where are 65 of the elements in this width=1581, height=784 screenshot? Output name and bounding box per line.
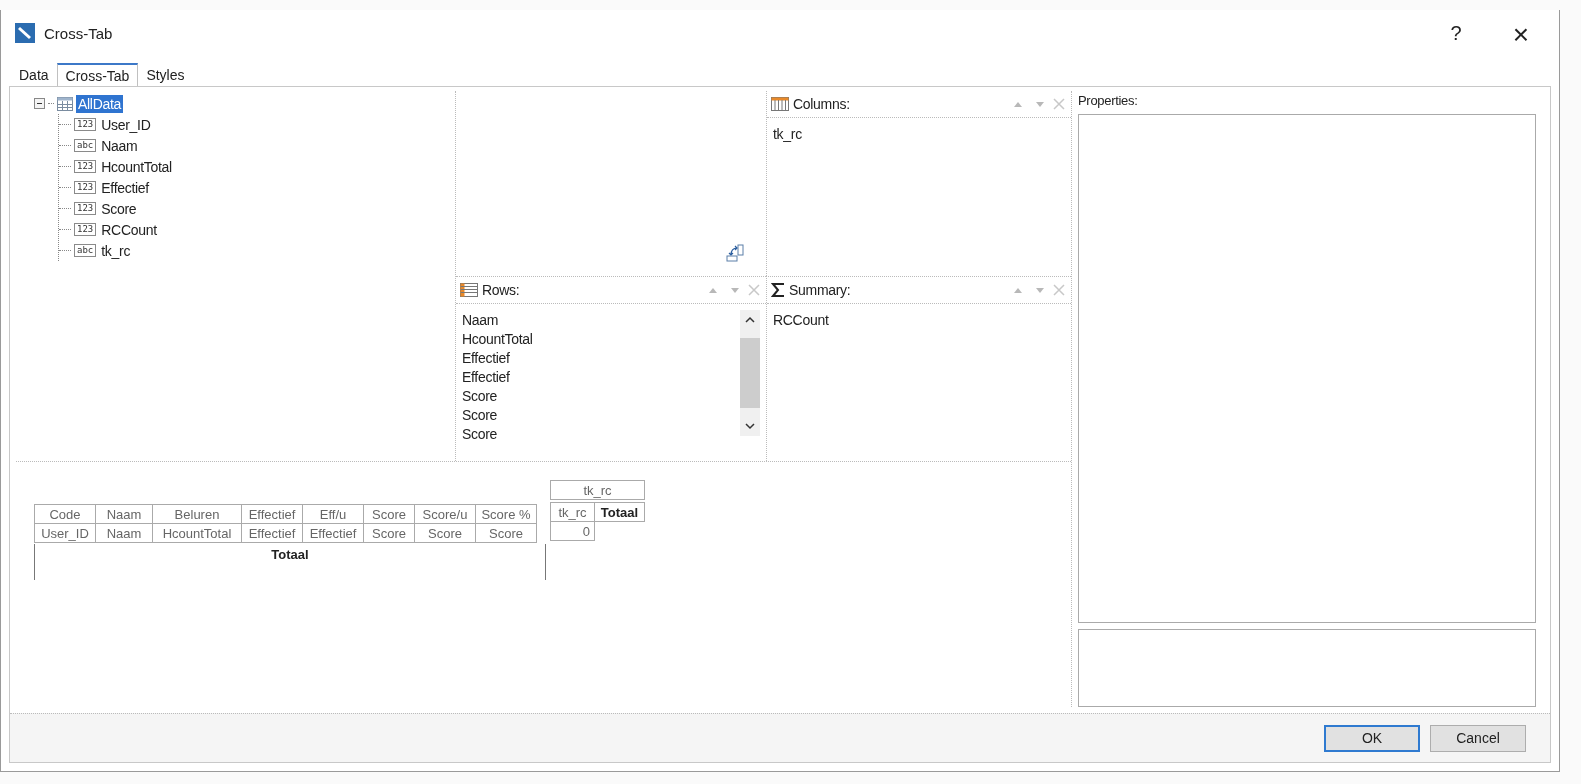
tree-item[interactable]: HcountTotal [99,157,174,176]
collapse-icon[interactable] [34,98,45,109]
table-cell: Totaal [594,502,645,522]
table-cell: User_ID [34,523,96,543]
sigma-icon [771,283,785,297]
remove-icon[interactable] [1053,284,1065,296]
list-item[interactable]: tk_rc [773,126,1065,147]
panel-title: Summary: [789,282,851,298]
tree-item[interactable]: User_ID [99,115,153,134]
table-cell: Score [475,523,537,543]
total-label: Totaal [271,546,309,564]
scroll-up-icon[interactable] [745,316,755,324]
tree-item[interactable]: Naam [99,136,140,155]
list-item[interactable]: Score [462,388,734,407]
swap-icon[interactable] [726,244,744,262]
list-item[interactable]: HcountTotal [462,331,734,350]
tree-item[interactable]: RCCount [99,220,159,239]
list-item[interactable]: RCCount [773,312,1065,333]
panel-title: Rows: [482,282,520,298]
field-type-icon: abc [74,244,97,257]
list-item[interactable]: Naam [462,312,734,331]
table-cell: Score % [475,504,537,524]
field-type-icon: 123 [74,118,97,131]
columns-icon [771,97,789,111]
app-icon [15,23,35,43]
window-title: Cross-Tab [44,24,113,42]
move-up-icon[interactable] [1013,100,1023,108]
table-cell: 0 [550,521,595,541]
move-down-icon[interactable] [1035,100,1045,108]
field-type-icon: 123 [74,181,97,194]
list-item[interactable]: Effectief [462,350,734,369]
dialog-button[interactable]: Cancel [1430,724,1526,752]
tree-item[interactable]: AllData [76,94,124,113]
field-type-icon: 123 [74,223,97,236]
close-button[interactable]: × [1493,18,1549,48]
table-icon [57,96,73,111]
help-button[interactable]: ? [1428,18,1484,48]
tab[interactable]: Data [11,64,57,86]
field-type-icon: 123 [74,160,97,173]
move-up-icon[interactable] [1013,286,1023,294]
rows-icon [460,283,478,297]
properties-grid[interactable] [1078,114,1536,623]
tree-item[interactable]: Effectief [99,178,151,197]
move-up-icon[interactable] [708,286,718,294]
properties-label: Properties: [1078,93,1139,108]
list-item[interactable]: Effectief [462,369,734,388]
tab[interactable]: Styles [138,64,193,86]
panel-title: Columns: [793,96,850,112]
tab[interactable]: Cross-Tab [56,63,139,87]
list-item[interactable]: Score [462,407,734,426]
dialog-button[interactable]: OK [1324,724,1420,752]
table-cell: tk_rc [550,502,595,522]
tree-item[interactable]: tk_rc [99,241,133,260]
move-down-icon[interactable] [730,286,740,294]
field-type-icon: abc [74,139,97,152]
table-cell: tk_rc [550,480,645,500]
field-type-icon: 123 [74,202,97,215]
remove-icon[interactable] [1053,98,1065,110]
table-cell: Code [34,504,96,524]
move-down-icon[interactable] [1035,286,1045,294]
remove-icon[interactable] [748,284,760,296]
tree-item[interactable]: Score [99,199,139,218]
scroll-down-icon[interactable] [745,422,755,430]
scrollbar[interactable] [740,310,760,436]
list-item[interactable]: Score [462,426,734,445]
